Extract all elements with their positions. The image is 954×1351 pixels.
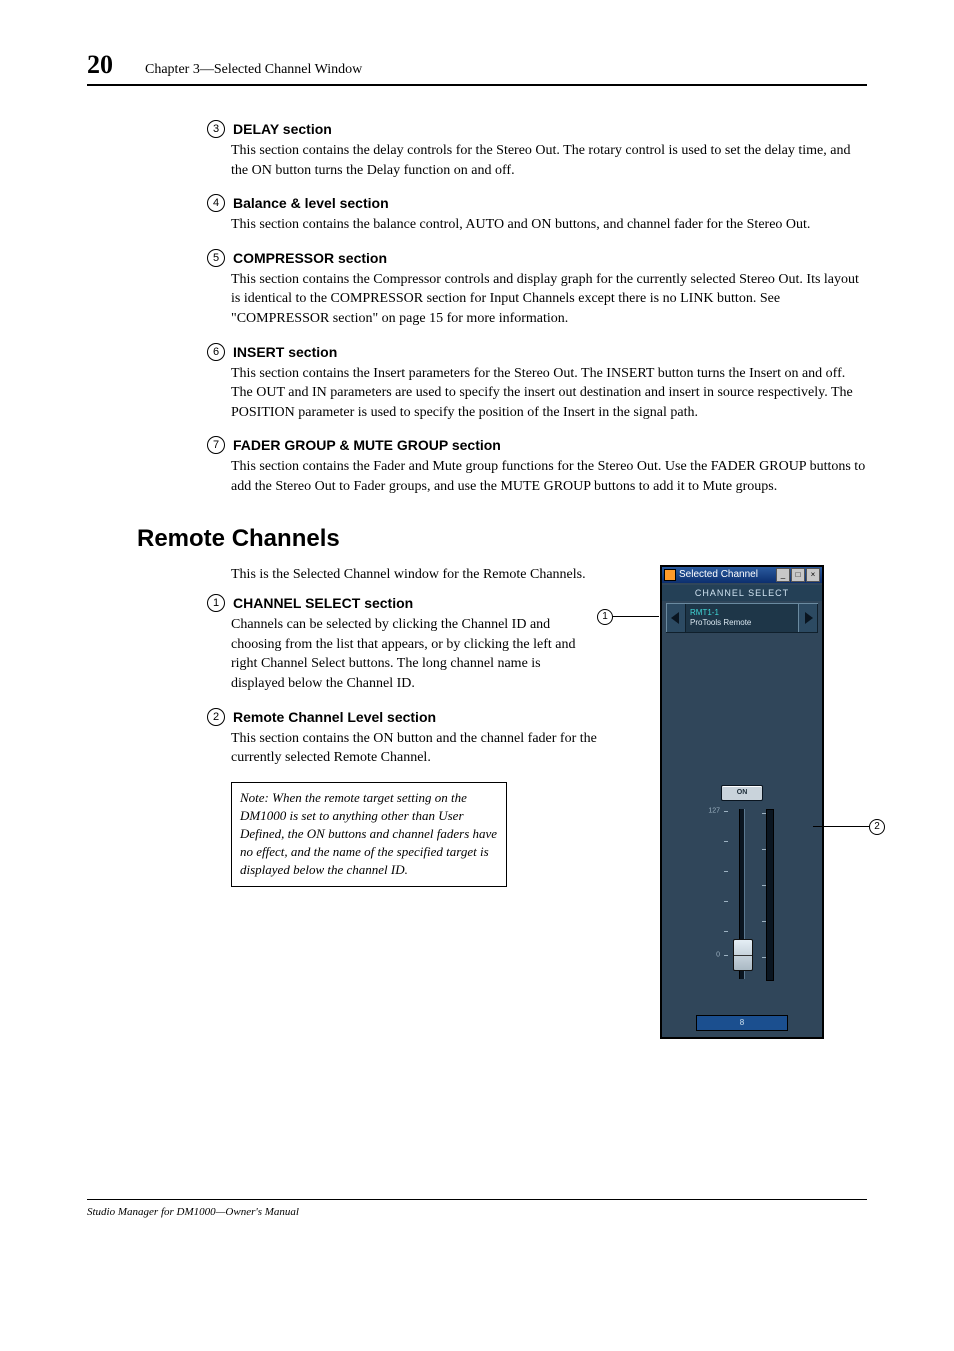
item-balance: 4 Balance & level section This section c… bbox=[207, 194, 867, 235]
annotation-line bbox=[613, 616, 659, 617]
item-body: This section contains the Compressor con… bbox=[231, 270, 867, 329]
titlebar[interactable]: Selected Channel _ □ × bbox=[662, 567, 822, 583]
on-button[interactable]: ON bbox=[721, 785, 763, 801]
item-marker: 6 bbox=[207, 343, 225, 361]
channel-fader[interactable] bbox=[739, 809, 745, 979]
item-title: FADER GROUP & MUTE GROUP section bbox=[233, 437, 501, 453]
fader-area: 127 0 bbox=[662, 807, 822, 1007]
item-delay: 3 DELAY section This section contains th… bbox=[207, 120, 867, 180]
item-marker: 5 bbox=[207, 249, 225, 267]
chapter-title: Chapter 3—Selected Channel Window bbox=[145, 62, 362, 78]
footer-text: Studio Manager for DM1000—Owner's Manual bbox=[87, 1199, 867, 1218]
channel-id-line1: RMT1-1 bbox=[690, 608, 794, 618]
item-body: This section contains the Fader and Mute… bbox=[231, 457, 867, 496]
item-marker: 2 bbox=[207, 708, 225, 726]
level-meter bbox=[766, 809, 774, 981]
item-compressor: 5 COMPRESSOR section This section contai… bbox=[207, 249, 867, 329]
item-body: Channels can be selected by clicking the… bbox=[231, 615, 597, 693]
item-body: This section contains the delay controls… bbox=[231, 141, 867, 180]
maximize-button[interactable]: □ bbox=[791, 568, 805, 582]
item-insert: 6 INSERT section This section contains t… bbox=[207, 343, 867, 423]
item-marker: 7 bbox=[207, 436, 225, 454]
annotation-2: 2 bbox=[869, 819, 885, 835]
channel-long-name[interactable]: 8 bbox=[696, 1015, 788, 1031]
item-title: COMPRESSOR section bbox=[233, 250, 387, 266]
window-body-spacer bbox=[662, 635, 822, 785]
remote-intro: This is the Selected Channel window for … bbox=[231, 565, 597, 585]
item-title: DELAY section bbox=[233, 121, 332, 137]
item-title: INSERT section bbox=[233, 344, 337, 360]
scale-label-zero: 0 bbox=[716, 951, 720, 958]
app-icon bbox=[664, 569, 676, 581]
selected-channel-window: Selected Channel _ □ × CHANNEL SELECT bbox=[660, 565, 824, 1039]
item-title: Balance & level section bbox=[233, 195, 389, 211]
item-title: Remote Channel Level section bbox=[233, 709, 436, 725]
note-box: Note: When the remote target setting on … bbox=[231, 782, 507, 887]
section-heading-remote: Remote Channels bbox=[137, 525, 867, 553]
item-marker: 4 bbox=[207, 194, 225, 212]
page-header: 20 Chapter 3—Selected Channel Window bbox=[87, 50, 867, 86]
item-body: This section contains the Insert paramet… bbox=[231, 364, 867, 423]
item-channel-select: 1 CHANNEL SELECT section Channels can be… bbox=[207, 594, 597, 693]
meter-ticks bbox=[760, 809, 766, 979]
channel-next-button[interactable] bbox=[798, 604, 818, 632]
channel-id[interactable]: RMT1-1 ProTools Remote bbox=[686, 604, 798, 632]
scale-label-top: 127 bbox=[708, 807, 720, 814]
close-button[interactable]: × bbox=[806, 568, 820, 582]
triangle-left-icon bbox=[671, 612, 681, 624]
fader-scale: 127 0 bbox=[708, 807, 728, 957]
minimize-button[interactable]: _ bbox=[776, 568, 790, 582]
channel-prev-button[interactable] bbox=[666, 604, 686, 632]
annotation-1: 1 bbox=[597, 609, 613, 625]
item-remote-level: 2 Remote Channel Level section This sect… bbox=[207, 708, 597, 768]
item-fader-mute-group: 7 FADER GROUP & MUTE GROUP section This … bbox=[207, 436, 867, 496]
page-number: 20 bbox=[87, 50, 113, 80]
item-body: This section contains the balance contro… bbox=[231, 215, 867, 235]
channel-id-line2: ProTools Remote bbox=[690, 618, 794, 628]
channel-select-label: CHANNEL SELECT bbox=[662, 585, 822, 601]
channel-select-row: RMT1-1 ProTools Remote bbox=[666, 603, 818, 633]
window-title: Selected Channel bbox=[679, 569, 758, 580]
item-marker: 3 bbox=[207, 120, 225, 138]
fader-knob[interactable] bbox=[733, 939, 753, 971]
item-body: This section contains the ON button and … bbox=[231, 729, 597, 768]
item-title: CHANNEL SELECT section bbox=[233, 595, 413, 611]
item-marker: 1 bbox=[207, 594, 225, 612]
triangle-right-icon bbox=[803, 612, 813, 624]
